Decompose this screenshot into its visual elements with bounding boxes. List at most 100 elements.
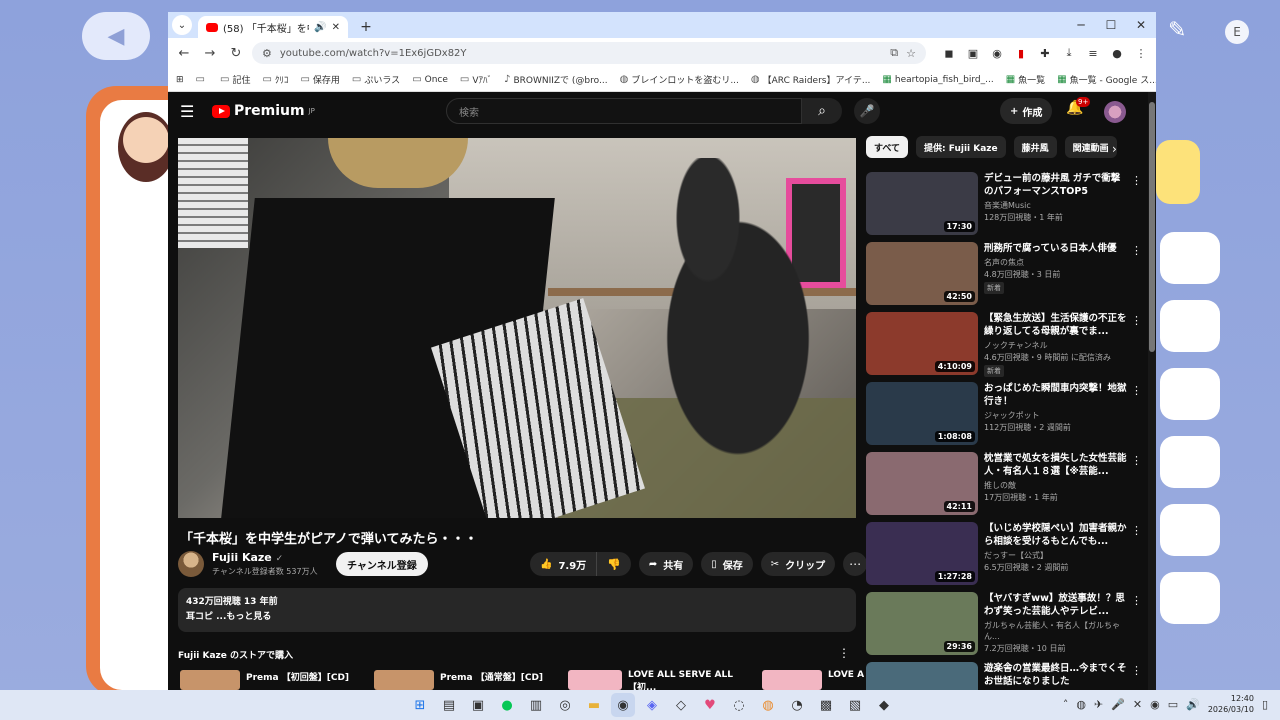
- save-button[interactable]: ▯ 保存: [701, 552, 753, 576]
- video-menu-icon[interactable]: ⋮: [1131, 314, 1142, 327]
- notes-app-icon[interactable]: ▥: [524, 693, 548, 717]
- app-icon[interactable]: ◆: [872, 693, 896, 717]
- scrollbar-thumb[interactable]: [1149, 102, 1155, 352]
- speaker-icon[interactable]: 🔊: [314, 22, 326, 33]
- video-thumbnail[interactable]: 1:27:28: [866, 522, 978, 585]
- tray-app-icon[interactable]: ◉: [1150, 698, 1160, 711]
- video-menu-icon[interactable]: ⋮: [1131, 594, 1142, 607]
- bookmark-item[interactable]: ▭ Once: [412, 74, 448, 85]
- app-icon[interactable]: ◇: [669, 693, 693, 717]
- extension-icon[interactable]: ◼: [940, 44, 958, 62]
- desktop-side-button[interactable]: [1160, 504, 1220, 556]
- notification-center-icon[interactable]: ▯: [1262, 698, 1268, 711]
- maximize-icon[interactable]: ☐: [1096, 12, 1126, 38]
- chip-all[interactable]: すべて: [866, 136, 909, 158]
- channel-name[interactable]: ガルちゃん芸能人・有名人【ガルちゃん...: [984, 620, 1128, 642]
- video-menu-icon[interactable]: ⋮: [1131, 664, 1142, 677]
- tray-app-icon[interactable]: ◍: [1076, 698, 1086, 711]
- channel-name[interactable]: Fujii Kaze ✓: [212, 551, 318, 564]
- discord-icon[interactable]: ◈: [640, 693, 664, 717]
- app-icon[interactable]: ▧: [843, 693, 867, 717]
- tray-mic-icon[interactable]: 🎤: [1111, 698, 1125, 711]
- bookmark-item[interactable]: ◍ ブレインロットを盗むリ...: [620, 73, 739, 86]
- browser-menu-icon[interactable]: ⋮: [1132, 44, 1150, 62]
- video-thumbnail[interactable]: 29:36: [866, 592, 978, 655]
- chip-from-channel[interactable]: 提供: Fujii Kaze: [916, 136, 1006, 158]
- bookmark-item[interactable]: ▭: [196, 74, 208, 85]
- profile-icon[interactable]: ●: [1108, 44, 1126, 62]
- video-thumbnail[interactable]: 4:10:09: [866, 312, 978, 375]
- search-input[interactable]: 検索: [446, 98, 802, 124]
- channel-name[interactable]: 推しの敵: [984, 480, 1128, 491]
- recommended-video[interactable]: 29:36 【ヤバすぎww】放送事故！？思わず笑った芸能人やテレビ... ガルちゃん…: [866, 592, 1142, 662]
- back-icon[interactable]: ←: [174, 46, 194, 61]
- desktop-side-button[interactable]: [1160, 300, 1220, 352]
- recommended-video[interactable]: 42:50 刑務所で腐っている日本人俳優 名声の焦点 4.8万回視聴・3 日前 新着 ⋮: [866, 242, 1142, 312]
- recommended-video[interactable]: 42:11 枕営業で処女を損失した女性芸能人・有名人１８選【※芸能... 推しの敵 1…: [866, 452, 1142, 522]
- new-tab-icon[interactable]: +: [356, 19, 376, 35]
- account-avatar[interactable]: [1104, 101, 1126, 123]
- app-icon[interactable]: ◌: [727, 693, 751, 717]
- video-thumbnail[interactable]: [866, 662, 978, 690]
- clock[interactable]: 12:40 2026/03/10: [1208, 693, 1254, 715]
- extension-icon[interactable]: ◉: [988, 44, 1006, 62]
- bookmark-star-icon[interactable]: ☆: [906, 47, 916, 60]
- address-bar[interactable]: ⚙ youtube.com/watch?v=1Ex6jGDx82Y ⧉ ☆: [252, 42, 926, 64]
- recommended-video[interactable]: 17:30 デビュー前の藤井風 ガチで衝撃のパフォーマンスTOP5 音楽通Music…: [866, 172, 1142, 242]
- url-text[interactable]: youtube.com/watch?v=1Ex6jGDx82Y: [280, 48, 882, 59]
- video-menu-icon[interactable]: ⋮: [1131, 524, 1142, 537]
- channel-name[interactable]: ジャックポット: [984, 410, 1128, 421]
- video-thumbnail[interactable]: 42:50: [866, 242, 978, 305]
- volume-icon[interactable]: 🔊: [1186, 698, 1200, 711]
- video-title[interactable]: 枕営業で処女を損失した女性芸能人・有名人１８選【※芸能...: [984, 452, 1128, 478]
- browser-tab-active[interactable]: (58) 「千本桜」を中学生がピ 🔊 ✕: [198, 16, 348, 38]
- video-title[interactable]: 【ヤバすぎww】放送事故！？思わず笑った芸能人やテレビ...: [984, 592, 1128, 618]
- dislike-button[interactable]: 👎: [597, 552, 631, 576]
- video-title[interactable]: 刑務所で腐っている日本人俳優: [984, 242, 1128, 255]
- reload-icon[interactable]: ↻: [226, 46, 246, 61]
- chevron-right-icon[interactable]: ›: [1112, 142, 1117, 156]
- bookmark-item[interactable]: ▭ Vｱﾊﾞ: [460, 73, 492, 86]
- video-menu-icon[interactable]: ⋮: [1131, 384, 1142, 397]
- close-window-icon[interactable]: ✕: [1126, 12, 1156, 38]
- channel-name[interactable]: 名声の焦点: [984, 257, 1128, 268]
- notifications-icon[interactable]: 🔔 9+: [1066, 97, 1091, 116]
- tray-app-icon[interactable]: ✈: [1094, 698, 1103, 711]
- app-icon[interactable]: ◔: [785, 693, 809, 717]
- chip-artist[interactable]: 藤井風: [1013, 136, 1057, 158]
- menu-icon[interactable]: ☰: [180, 102, 202, 121]
- tab-search-icon[interactable]: ⌄: [172, 15, 192, 35]
- desktop-side-button[interactable]: [1160, 368, 1220, 420]
- microphone-icon[interactable]: 🎤: [854, 98, 880, 124]
- install-app-icon[interactable]: ⧉: [890, 46, 898, 60]
- pen-icon[interactable]: ✎: [1168, 18, 1186, 43]
- bookmark-item[interactable]: ♪ BROWNIIZで (@bro...: [504, 73, 608, 86]
- forward-icon[interactable]: →: [200, 46, 220, 61]
- more-actions-icon[interactable]: ⋯: [843, 552, 868, 576]
- user-initial-badge[interactable]: E: [1225, 20, 1249, 44]
- media-control-icon[interactable]: ≡: [1084, 44, 1102, 62]
- video-thumbnail[interactable]: 42:11: [866, 452, 978, 515]
- video-thumbnail[interactable]: 17:30: [866, 172, 978, 235]
- video-menu-icon[interactable]: ⋮: [1131, 244, 1142, 257]
- widgets-icon[interactable]: ▤: [437, 693, 461, 717]
- like-button[interactable]: 👍 7.9万: [530, 552, 598, 576]
- download-icon[interactable]: ⤓: [1060, 44, 1078, 62]
- channel-name[interactable]: 音楽通Music: [984, 200, 1128, 211]
- video-menu-icon[interactable]: ⋮: [1131, 174, 1142, 187]
- video-player[interactable]: [178, 138, 856, 518]
- app-icon[interactable]: ♥: [698, 693, 722, 717]
- channel-name[interactable]: ノックチャンネル: [984, 340, 1128, 351]
- apps-grid-icon[interactable]: ⊞: [176, 75, 184, 85]
- recommended-video[interactable]: 遊楽舎の営業最終日…今までくそお世話になりましたヒカル（Hikaru）⋮: [866, 662, 1142, 690]
- video-thumbnail[interactable]: 1:08:08: [866, 382, 978, 445]
- bookmark-item[interactable]: ▭ ｸﾘｺ: [262, 73, 288, 86]
- video-title[interactable]: 【いじめ学校隠ぺい】加害者親から相談を受けるもとんでも...: [984, 522, 1128, 548]
- page-scrollbar[interactable]: [1148, 92, 1156, 690]
- tray-close-icon[interactable]: ✕: [1133, 698, 1142, 711]
- extension-icon[interactable]: ▣: [964, 44, 982, 62]
- bookmark-item[interactable]: ▦ 魚一覧: [1006, 73, 1045, 86]
- recommended-video[interactable]: 1:08:08 おっぱじめた瞬間車内突撃！地獄行き！ ジャックポット 112万回視聴・…: [866, 382, 1142, 452]
- close-tab-icon[interactable]: ✕: [332, 22, 340, 33]
- video-title[interactable]: 【緊急生放送】生活保護の不正を繰り返してる母親が裏でま...: [984, 312, 1128, 338]
